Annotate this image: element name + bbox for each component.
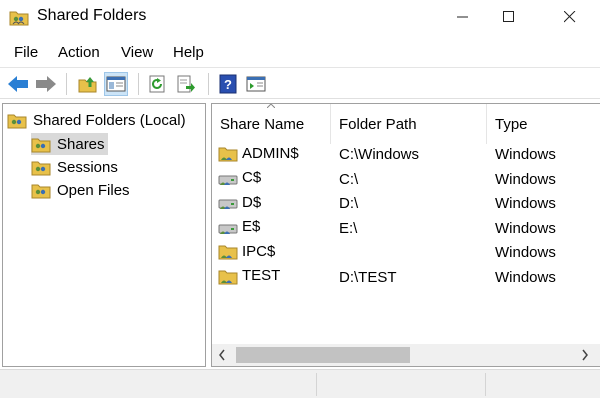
share-type: Windows [495,146,556,163]
shared-folders-icon [7,114,27,129]
share-type: Windows [495,268,556,286]
share-name-cell: IPC$ [218,242,275,260]
status-divider [316,373,317,396]
share-type: Windows [495,170,556,188]
menu-help[interactable]: Help [173,44,204,61]
column-header-share-name[interactable]: Share Name [212,104,330,144]
minimize-button[interactable] [440,0,486,34]
share-drive-icon [218,199,238,209]
sort-ascending-icon [267,104,275,108]
close-button[interactable] [547,0,593,34]
toolbar-separator [138,73,139,95]
forward-button[interactable] [34,72,58,96]
window-title: Shared Folders [37,7,147,24]
share-name: IPC$ [242,242,276,260]
folder-path: D:\TEST [339,268,397,286]
share-folder-icon [218,147,238,162]
show-hide-tree-button[interactable] [104,72,128,96]
share-name: ADMIN$ [242,144,299,162]
column-header-label: Folder Path [339,115,417,133]
table-row[interactable]: E$ E:\ Windows [212,217,600,241]
share-name-cell: D$ [218,193,261,211]
column-header-label: Share Name [220,115,305,133]
console-tree: Shared Folders (Local) Shares Sessions O… [2,103,206,367]
refresh-button[interactable] [146,72,170,96]
sessions-folder-icon [31,161,51,176]
refresh-icon [149,75,165,93]
forward-arrow-icon [36,76,56,92]
open-files-folder-icon [31,184,51,199]
share-name-cell: C$ [218,169,261,187]
share-name: E$ [242,218,261,235]
scroll-left-icon[interactable] [218,349,226,361]
scrollbar-thumb[interactable] [236,347,410,363]
menu-bar: File Action View Help [0,38,600,66]
export-list-icon [177,75,195,93]
share-type: Windows [495,195,556,212]
folder-path: C:\Windows [339,146,420,163]
tree-item-sessions[interactable]: Sessions [31,156,118,178]
share-folder-icon [218,270,238,284]
folder-path: D:\ [339,195,359,212]
share-name-cell: E$ [218,218,260,236]
scroll-right-icon[interactable] [581,349,589,361]
share-name: C$ [242,169,262,186]
column-header-folder-path[interactable]: Folder Path [331,104,486,144]
toolbar: ? [0,67,600,99]
close-icon [564,11,576,23]
maximize-button[interactable] [486,0,532,34]
minimize-icon [457,16,468,18]
share-type: Windows [495,219,556,237]
shared-folders-app-icon [9,11,29,26]
column-header-label: Type [495,115,528,133]
tree-item-label: Open Files [57,181,130,199]
back-arrow-icon [8,76,28,92]
menu-action[interactable]: Action [58,44,100,61]
tree-item-open-files[interactable]: Open Files [31,179,130,201]
maximize-icon [503,11,514,22]
table-row[interactable]: ADMIN$ C:\Windows Windows [212,143,600,167]
toolbar-separator [66,73,67,95]
share-drive-icon [218,175,238,185]
tree-item-shared-folders-local[interactable]: Shared Folders (Local) [7,109,186,131]
share-name: D$ [242,193,262,211]
share-name-cell: TEST [218,267,280,285]
status-divider [485,373,486,396]
share-name-cell: ADMIN$ [218,144,299,162]
share-folder-icon [218,245,238,260]
table-row[interactable]: C$ C:\ Windows [212,168,600,192]
tree-item-label: Sessions [57,158,118,176]
column-header-type[interactable]: Type [487,104,600,144]
toolbar-separator [208,73,209,95]
menu-view[interactable]: View [121,44,153,61]
tree-item-label: Shares [57,135,105,153]
shares-folder-icon [31,138,51,153]
folder-path: C:\ [339,170,359,188]
show-tree-icon [106,76,126,92]
help-icon: ? [219,74,237,94]
folder-path: E:\ [339,219,358,237]
export-list-button[interactable] [174,72,198,96]
back-button[interactable] [6,72,30,96]
table-row[interactable]: TEST D:\TEST Windows [212,266,600,290]
share-type: Windows [495,244,556,261]
horizontal-scrollbar[interactable] [212,344,600,366]
tree-item-label: Shared Folders (Local) [33,111,186,129]
show-action-pane-button[interactable] [244,72,268,96]
up-folder-icon [78,77,97,93]
table-row[interactable]: IPC$ Windows [212,241,600,265]
help-button[interactable]: ? [216,72,240,96]
tree-item-shares[interactable]: Shares [31,133,108,155]
title-bar: Shared Folders [0,0,600,36]
up-one-level-button[interactable] [76,72,100,96]
menu-file[interactable]: File [14,44,38,61]
table-row[interactable]: D$ D:\ Windows [212,192,600,216]
share-name: TEST [242,267,281,284]
status-bar [0,369,600,398]
action-pane-icon [246,76,266,92]
share-drive-icon [218,224,238,234]
svg-text:?: ? [224,77,232,92]
shares-list-view: Share Name Folder Path Type ADMIN$ C:\Win… [211,103,600,367]
